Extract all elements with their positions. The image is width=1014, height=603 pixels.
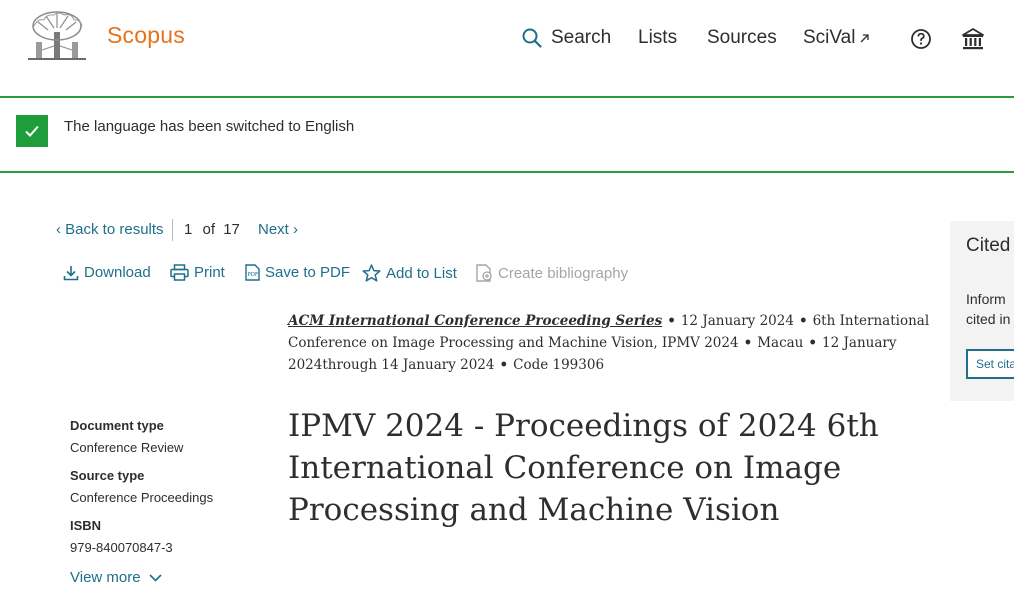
isbn-heading: ISBN (70, 518, 102, 533)
conference-code: Code 199306 (513, 357, 605, 373)
print-label: Print (194, 264, 225, 281)
next-result-label: Next (258, 221, 289, 238)
document-type-value: Conference Review (70, 440, 184, 455)
cited-by-panel: Cited Inform cited in Set cita (950, 221, 1014, 401)
save-to-pdf-label: Save to PDF (265, 264, 351, 281)
result-counter: 1 of 17 (184, 221, 240, 238)
source-info: ACM International Conference Proceeding … (288, 310, 948, 376)
header: Scopus Search Lists Sources SciVal (0, 0, 1014, 96)
scopus-brand[interactable]: Scopus (107, 22, 185, 49)
star-icon (362, 264, 381, 282)
elsevier-logo[interactable] (28, 10, 86, 64)
nav-lists[interactable]: Lists (638, 27, 677, 49)
view-more-label: View more (70, 569, 141, 586)
separator-dot: • (499, 357, 509, 373)
source-type-value: Conference Proceedings (70, 490, 214, 505)
back-to-results-label: Back to results (65, 221, 164, 238)
download-icon (63, 265, 79, 281)
cited-desc-line-1: Inform (966, 291, 1006, 307)
notification-message: The language has been switched to Englis… (64, 118, 355, 135)
print-icon (170, 264, 189, 281)
source-type-heading: Source type (70, 468, 145, 483)
back-to-results-link[interactable]: ‹ Back to results (56, 221, 164, 238)
checkmark-icon (16, 115, 48, 147)
help-icon (910, 28, 932, 50)
result-of-label: of (202, 221, 216, 238)
chevron-left-icon: ‹ (56, 221, 61, 238)
institution-icon (961, 27, 985, 51)
create-bibliography-button[interactable]: Create bibliography (476, 264, 628, 282)
add-to-list-button[interactable]: Add to List (362, 264, 457, 282)
separator-dot: • (667, 313, 676, 329)
nav-search[interactable]: Search (522, 27, 611, 49)
nav-sources[interactable]: Sources (707, 27, 777, 49)
print-button[interactable]: Print (170, 264, 225, 281)
add-to-list-label: Add to List (386, 264, 457, 282)
help-button[interactable] (910, 28, 932, 50)
nav-scival[interactable]: SciVal (803, 27, 870, 49)
pdf-icon: PDF (245, 264, 260, 281)
language-notification: The language has been switched to Englis… (0, 96, 1014, 173)
save-to-pdf-button[interactable]: PDF Save to PDF (245, 264, 350, 281)
separator-dot: • (798, 313, 808, 329)
separator-dot: • (743, 335, 753, 351)
cited-desc-line-2: cited in (966, 311, 1011, 327)
download-button[interactable]: Download (63, 264, 151, 281)
view-more-button[interactable]: View more (70, 569, 162, 586)
bibliography-icon (476, 264, 493, 282)
external-link-icon (859, 33, 870, 44)
download-label: Download (84, 264, 151, 281)
source-series-link[interactable]: ACM International Conference Proceeding … (288, 313, 662, 329)
document-type-heading: Document type (70, 418, 164, 433)
next-result-link[interactable]: Next › (258, 221, 298, 238)
chevron-right-icon: › (293, 221, 299, 238)
institution-button[interactable] (961, 27, 985, 51)
cited-by-description: Inform cited in (966, 289, 1010, 329)
create-bibliography-label: Create bibliography (498, 264, 629, 282)
svg-text:PDF: PDF (248, 272, 259, 278)
cited-by-heading: Cited (966, 235, 1011, 256)
chevron-down-icon (149, 569, 162, 586)
nav-scival-label: SciVal (803, 27, 856, 48)
result-total: 17 (223, 221, 240, 238)
isbn-value: 979-840070847-3 (70, 540, 173, 555)
document-title: IPMV 2024 - Proceedings of 2024 6th Inte… (288, 408, 879, 528)
result-position: 1 (184, 221, 193, 238)
search-icon (522, 28, 542, 48)
conference-location: Macau (757, 335, 804, 351)
source-date: 12 January 2024 (680, 313, 794, 329)
separator-dot: • (808, 335, 818, 351)
nav-search-label: Search (551, 27, 612, 48)
result-nav-divider (172, 219, 173, 241)
set-citation-alert-button[interactable]: Set cita (966, 349, 1014, 379)
